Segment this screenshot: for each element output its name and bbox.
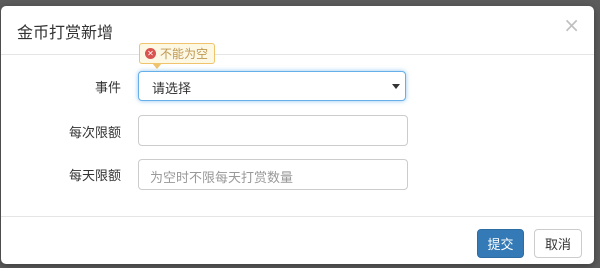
modal-title: 金币打赏新增 — [17, 23, 114, 42]
per-day-limit-input[interactable]: 为空时不限每天打赏数量 — [138, 159, 408, 190]
submit-button[interactable]: 提交 — [477, 229, 524, 258]
cancel-button[interactable]: 取消 — [534, 229, 582, 258]
caret-down-icon — [392, 84, 400, 89]
per-day-limit-label: 每天限额 — [68, 169, 121, 184]
per-time-limit-input[interactable] — [138, 115, 408, 146]
event-select[interactable]: 请选择 — [138, 71, 406, 101]
validation-tooltip: ✕ 不能为空 — [139, 43, 216, 69]
per-day-limit-placeholder: 为空时不限每天打赏数量 — [150, 171, 294, 186]
event-select-value: 请选择 — [152, 82, 192, 97]
close-icon[interactable]: × — [563, 15, 580, 35]
per-time-limit-label: 每次限额 — [68, 126, 121, 141]
add-coin-reward-dialog: 金币打赏新增 × 事件 ✕ 不能为空 请选择 每次限额 每天限额 为空时不限每天… — [1, 6, 594, 264]
error-icon: ✕ — [145, 48, 156, 59]
event-label: 事件 — [94, 81, 121, 96]
modal-footer: 提交 取消 — [1, 216, 594, 265]
validation-message: 不能为空 — [160, 47, 209, 61]
modal-header: 金币打赏新增 × — [1, 6, 594, 55]
